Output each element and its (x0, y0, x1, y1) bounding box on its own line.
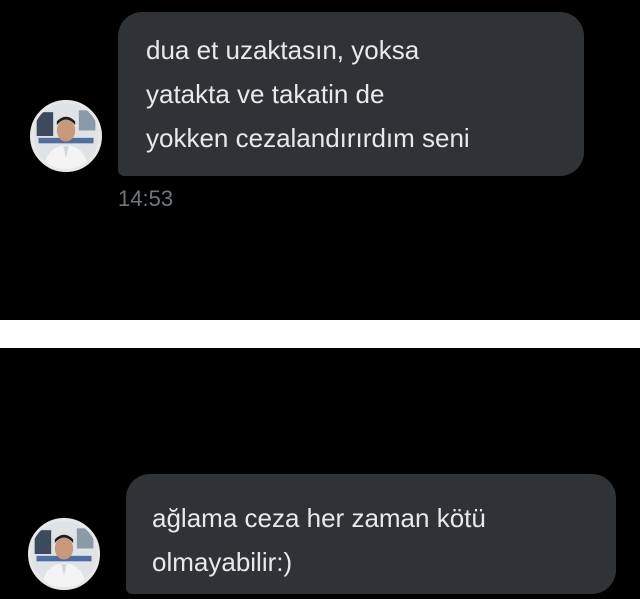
avatar-photo-icon (31, 521, 97, 587)
message-text-line: yokken cezalandırırdım seni (146, 123, 470, 153)
message-timestamp: 14:53 (118, 186, 174, 211)
message-text-line: olmayabilir:) (152, 547, 293, 577)
message-bubble-received-1[interactable]: dua et uzaktasın, yoksa yatakta ve takat… (118, 12, 584, 176)
message-text-line: ağlama ceza her zaman kötü (152, 503, 486, 533)
message-text-line: dua et uzaktasın, yoksa (146, 35, 420, 65)
avatar-photo-icon (33, 103, 99, 169)
chat-panel-bottom: ağlama ceza her zaman kötü olmayabilir:) (0, 348, 640, 599)
sender-avatar[interactable] (28, 518, 100, 590)
chat-panel-top: dua et uzaktasın, yoksa yatakta ve takat… (0, 0, 640, 320)
message-bubble-received-2[interactable]: ağlama ceza her zaman kötü olmayabilir:) (126, 474, 616, 594)
sender-avatar[interactable] (30, 100, 102, 172)
message-text-line: yatakta ve takatin de (146, 79, 385, 109)
screenshot-divider (0, 320, 640, 348)
